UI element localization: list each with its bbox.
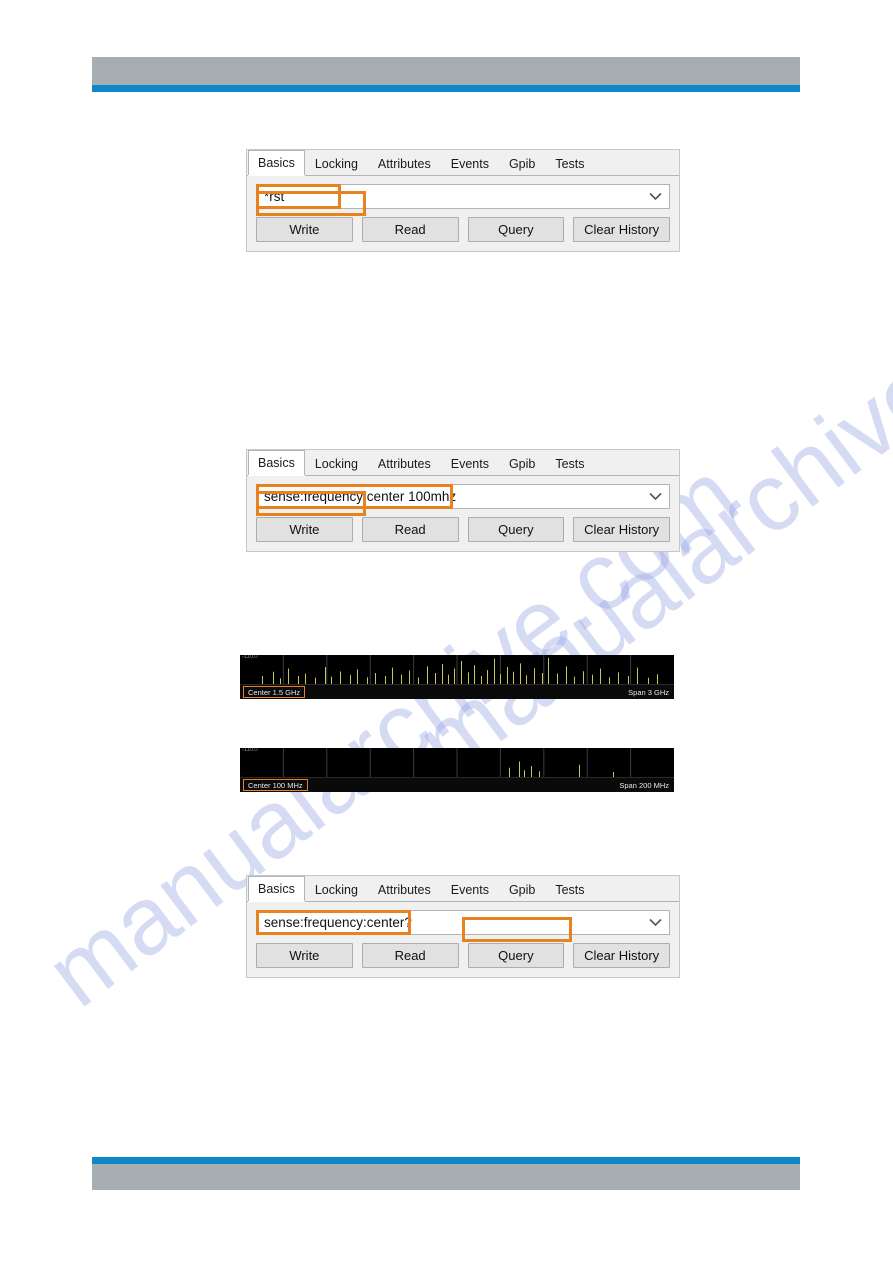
tab-strip-filler (595, 150, 679, 175)
panel-body: sense:frequency:center 100mhz Write Read… (247, 476, 679, 551)
tab-events[interactable]: Events (441, 452, 499, 475)
tab-label: Tests (555, 457, 585, 471)
tab-strip-filler (595, 450, 679, 475)
read-button[interactable]: Read (361, 217, 459, 242)
tab-attributes[interactable]: Attributes (368, 152, 441, 175)
clear-history-button[interactable]: Clear History (573, 217, 670, 242)
visa-console-panel: Basics Locking Attributes Events Gpib Te… (246, 149, 680, 252)
command-combobox[interactable]: *rst (256, 184, 670, 209)
write-button[interactable]: Write (256, 943, 353, 968)
tab-label: Locking (314, 457, 358, 471)
tab-strip: Basics Locking Attributes Events Gpib Te… (247, 876, 679, 902)
tab-locking[interactable]: Locking (305, 878, 368, 901)
clear-history-button[interactable]: Clear History (573, 517, 670, 542)
tab-label: Locking (314, 157, 358, 171)
tab-gpib[interactable]: Gpib (499, 878, 545, 901)
spectrum-span-label: Span 3 GHz (628, 687, 669, 697)
tab-label: Events (450, 883, 489, 897)
tab-attributes[interactable]: Attributes (368, 878, 441, 901)
tab-tests[interactable]: Tests (545, 452, 594, 475)
spectrum-center-label: Center 1.5 GHz (243, 686, 306, 698)
tab-label: Locking (314, 883, 358, 897)
tab-strip: Basics Locking Attributes Events Gpib Te… (247, 150, 679, 176)
tab-locking[interactable]: Locking (305, 152, 368, 175)
chevron-down-icon[interactable] (649, 485, 662, 508)
read-button[interactable]: Read (361, 943, 459, 968)
button-row: Write Read Query Clear History (256, 517, 670, 542)
spectrum-reference-label: -110.0 (242, 655, 258, 660)
tab-label: Events (450, 457, 489, 471)
chevron-down-icon[interactable] (649, 185, 662, 208)
query-button[interactable]: Query (467, 217, 565, 242)
chevron-down-icon[interactable] (649, 911, 662, 934)
clear-history-button[interactable]: Clear History (573, 943, 670, 968)
tab-label: Events (450, 157, 489, 171)
tab-label: Tests (555, 883, 585, 897)
command-combobox[interactable]: sense:frequency:center 100mhz (256, 484, 670, 509)
spectrum-center-label: Center 100 MHz (243, 779, 308, 791)
tab-label: Attributes (377, 157, 431, 171)
spectrum-span-label: Span 200 MHz (619, 780, 669, 790)
command-combobox[interactable]: sense:frequency:center? (256, 910, 670, 935)
command-input-value: *rst (264, 189, 285, 204)
command-input-value: sense:frequency:center? (264, 915, 412, 930)
page-header-rule (92, 85, 800, 92)
tab-attributes[interactable]: Attributes (368, 452, 441, 475)
page-footer-rule (92, 1157, 800, 1164)
write-button[interactable]: Write (256, 217, 353, 242)
panel-body: sense:frequency:center? Write Read Query… (247, 902, 679, 977)
read-button[interactable]: Read (361, 517, 459, 542)
tab-gpib[interactable]: Gpib (499, 452, 545, 475)
tab-label: Basics (258, 882, 295, 896)
command-combo-row: sense:frequency:center 100mhz (256, 484, 670, 509)
command-combo-row: sense:frequency:center? (256, 910, 670, 935)
button-row: Write Read Query Clear History (256, 217, 670, 242)
tab-label: Basics (258, 156, 295, 170)
tab-label: Gpib (508, 457, 536, 471)
tab-tests[interactable]: Tests (545, 878, 594, 901)
tab-basics[interactable]: Basics (248, 876, 305, 901)
tab-events[interactable]: Events (441, 152, 499, 175)
spectrum-trace-area (240, 748, 674, 778)
tab-events[interactable]: Events (441, 878, 499, 901)
spectrum-trace-area (240, 655, 674, 685)
write-button[interactable]: Write (256, 517, 353, 542)
visa-console-panel: Basics Locking Attributes Events Gpib Te… (246, 449, 680, 552)
tab-label: Gpib (508, 157, 536, 171)
spectrum-display: -110.0 Center 1.5 GHz Span 3 GHz (240, 655, 674, 699)
visa-console-panel: Basics Locking Attributes Events Gpib Te… (246, 875, 680, 978)
page-header-band (92, 57, 800, 85)
tab-label: Gpib (508, 883, 536, 897)
tab-label: Tests (555, 157, 585, 171)
tab-locking[interactable]: Locking (305, 452, 368, 475)
command-input-value: sense:frequency:center 100mhz (264, 489, 457, 504)
tab-strip-filler (595, 876, 679, 901)
command-combo-row: *rst (256, 184, 670, 209)
tab-basics[interactable]: Basics (248, 150, 305, 175)
tab-basics[interactable]: Basics (248, 450, 305, 475)
tab-label: Attributes (377, 883, 431, 897)
spectrum-display: -110.0 Center 100 MHz Span 200 MHz (240, 748, 674, 792)
tab-gpib[interactable]: Gpib (499, 152, 545, 175)
tab-label: Attributes (377, 457, 431, 471)
tab-label: Basics (258, 456, 295, 470)
tab-tests[interactable]: Tests (545, 152, 594, 175)
tab-strip: Basics Locking Attributes Events Gpib Te… (247, 450, 679, 476)
button-row: Write Read Query Clear History (256, 943, 670, 968)
panel-body: *rst Write Read Query Clear History (247, 176, 679, 251)
query-button[interactable]: Query (467, 943, 565, 968)
page-footer-band (92, 1164, 800, 1190)
spectrum-reference-label: -110.0 (242, 748, 258, 753)
query-button[interactable]: Query (467, 517, 565, 542)
